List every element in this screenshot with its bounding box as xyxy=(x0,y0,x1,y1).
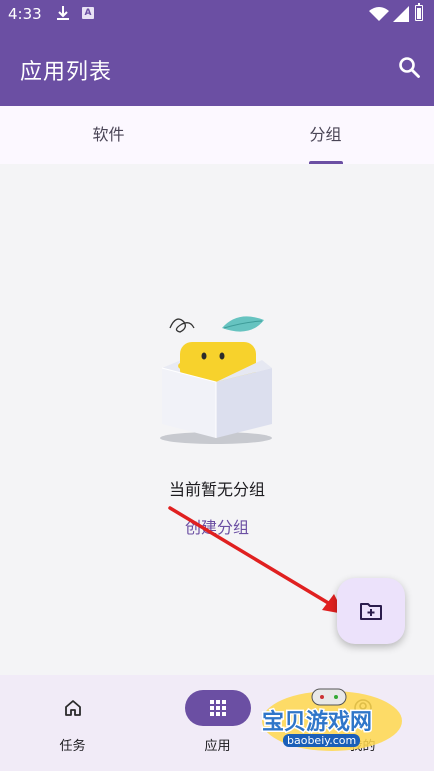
tab-groups[interactable]: 分组 xyxy=(217,106,434,164)
nav-icon-container xyxy=(185,690,251,726)
search-icon[interactable] xyxy=(398,56,420,78)
watermark-text: 宝贝游戏网 xyxy=(260,709,373,737)
battery-icon xyxy=(415,3,423,21)
grid-icon xyxy=(210,700,226,716)
create-group-link[interactable]: 创建分组 xyxy=(0,514,434,538)
tab-label: 软件 xyxy=(92,125,125,144)
home-icon xyxy=(65,700,81,716)
main-content: 当前暂无分组 创建分组 xyxy=(0,164,434,675)
download-icon xyxy=(57,6,69,20)
tab-label: 分组 xyxy=(309,125,342,144)
status-time: 4:33 xyxy=(8,5,42,23)
tab-software[interactable]: 软件 xyxy=(0,106,217,164)
watermark-url: baobeiy.com xyxy=(283,734,361,747)
nav-icon-container xyxy=(40,690,106,726)
folder-add-icon xyxy=(360,603,382,620)
wifi-icon xyxy=(369,7,389,21)
nav-label: 任务 xyxy=(59,739,86,754)
empty-state-message: 当前暂无分组 xyxy=(168,480,265,499)
status-bar: 4:33 A xyxy=(0,0,434,30)
notification-a-icon: A xyxy=(82,7,94,19)
tab-bar: 软件 分组 xyxy=(0,106,434,164)
nav-item-tasks[interactable]: 任务 xyxy=(0,675,145,771)
page-title: 应用列表 xyxy=(20,60,113,85)
app-bar: 4:33 A 应用列表 xyxy=(0,0,434,106)
empty-box-illustration xyxy=(160,316,272,444)
signal-icon xyxy=(393,6,409,22)
add-group-fab[interactable] xyxy=(337,578,405,644)
